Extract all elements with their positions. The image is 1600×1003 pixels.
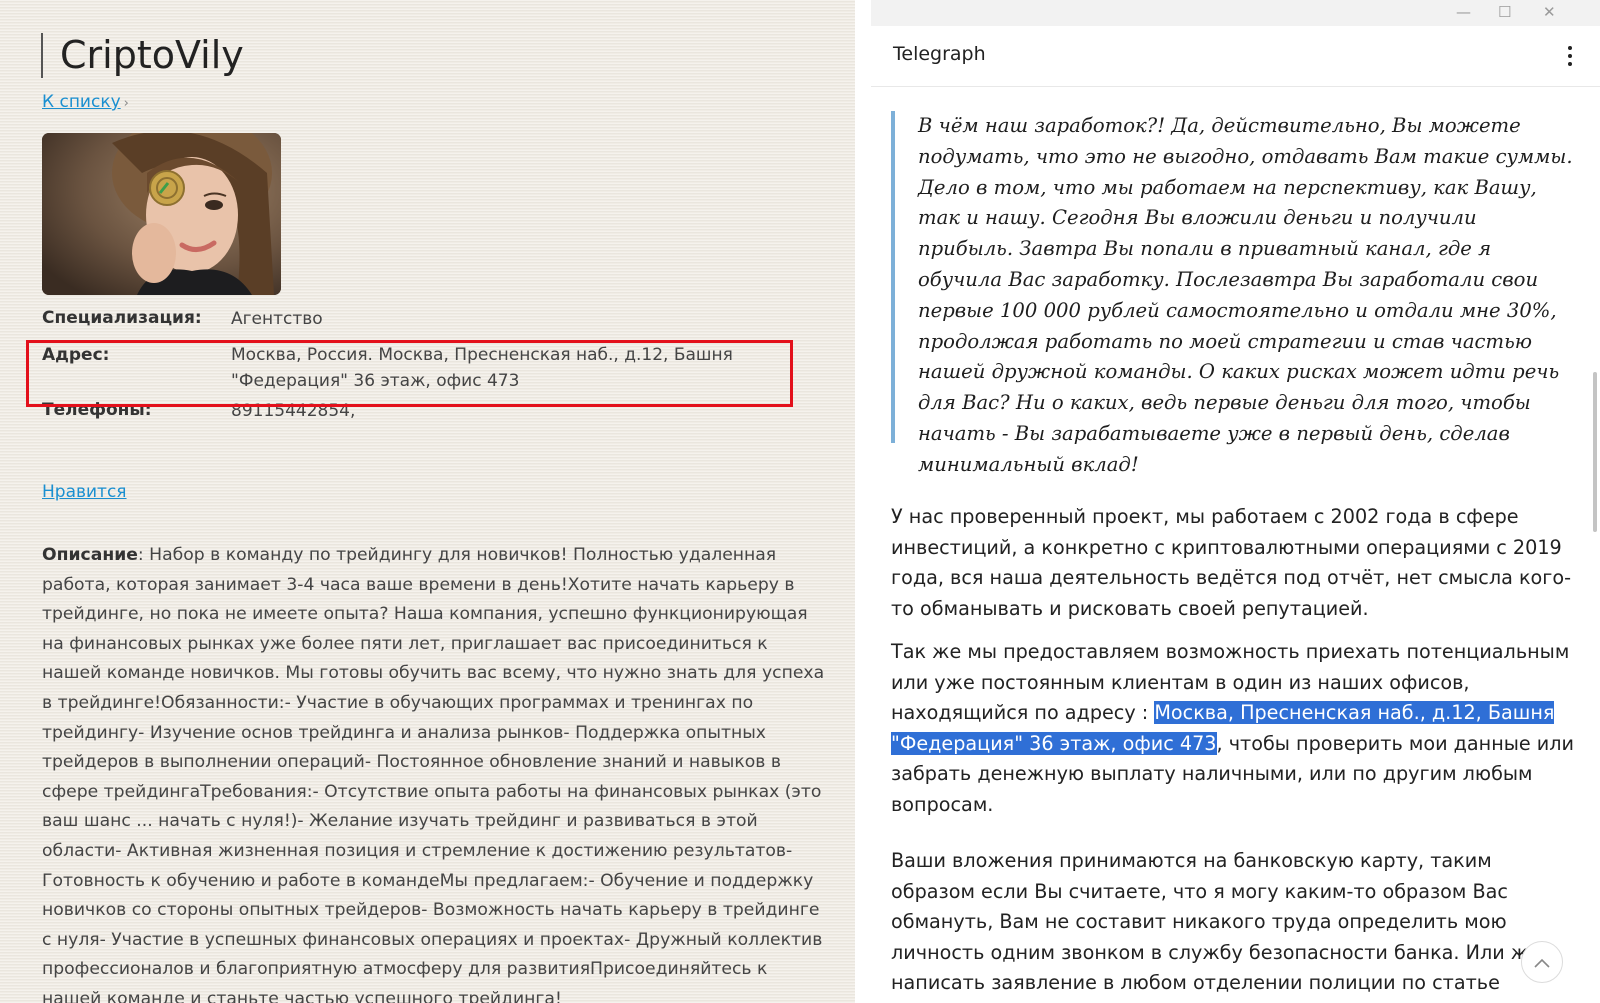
- kebab-icon[interactable]: [1566, 44, 1574, 68]
- back-to-list-link[interactable]: К списку ›: [42, 92, 129, 112]
- description-text: : Набор в команду по трейдингу для нович…: [42, 545, 825, 1003]
- profile-photo: [42, 133, 281, 295]
- window-titlebar: — ☐ ✕: [871, 0, 1600, 26]
- site-title: CriptoVily: [41, 33, 244, 78]
- back-link-label: К списку: [42, 92, 121, 112]
- telegraph-window: — ☐ ✕ Telegraph В чём наш заработок?! Да…: [871, 0, 1600, 1003]
- scrollbar[interactable]: [1590, 87, 1600, 1003]
- specialization-label: Специализация:: [42, 308, 202, 328]
- like-link[interactable]: Нравится: [42, 482, 127, 502]
- minimize-icon[interactable]: —: [1456, 2, 1471, 22]
- panel-divider: [855, 0, 871, 1003]
- address-highlight-box: [26, 340, 793, 407]
- description: Описание: Набор в команду по трейдингу д…: [42, 541, 832, 1003]
- scrollbar-thumb[interactable]: [1593, 372, 1597, 532]
- maximize-icon[interactable]: ☐: [1498, 2, 1511, 22]
- close-icon[interactable]: ✕: [1543, 2, 1556, 22]
- app-title: Telegraph: [893, 43, 986, 65]
- description-label: Описание: [42, 545, 138, 565]
- listing-page: CriptoVily К списку › Специализация: Аге…: [0, 0, 855, 1003]
- chevron-up-icon[interactable]: [1521, 941, 1563, 983]
- paragraph-office: Так же мы предоставляем возможность прие…: [891, 637, 1581, 820]
- specialization-value: Агентство: [231, 309, 323, 329]
- paragraph-payments: Ваши вложения принимаются на банковскую …: [891, 849, 1540, 1003]
- app-header: Telegraph: [871, 26, 1600, 87]
- paragraph-project: У нас проверенный проект, мы работаем с …: [891, 505, 1572, 620]
- blockquote: В чём наш заработок?! Да, действительно,…: [891, 111, 1577, 476]
- chevron-right-icon: ›: [123, 96, 129, 111]
